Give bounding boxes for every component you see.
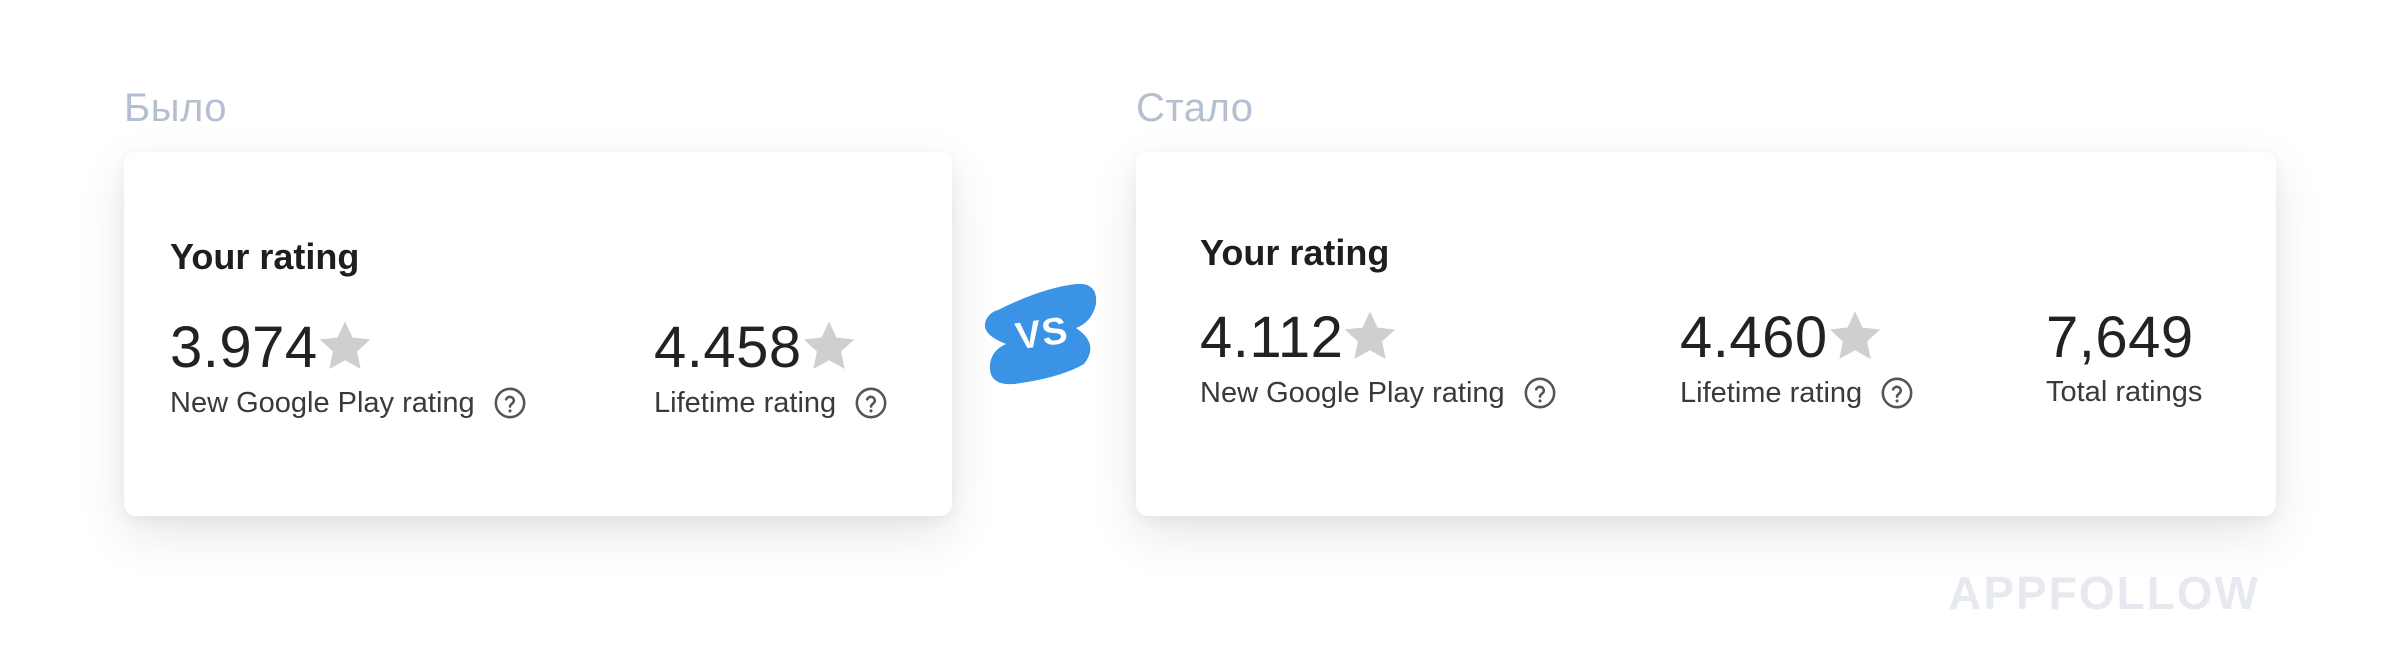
before-rating-card: Your rating 3.974 New Google Play rating… <box>124 152 952 516</box>
after-section-label: Стало <box>1136 86 1254 130</box>
after-new-rating-value: 4.112 <box>1200 305 1344 370</box>
after-total-ratings-label: Total ratings <box>2046 376 2203 408</box>
before-new-rating-metric: 3.974 New Google Play rating <box>170 312 527 420</box>
help-icon[interactable] <box>854 386 888 420</box>
after-lifetime-rating-metric: 4.460 Lifetime rating <box>1680 302 1914 410</box>
star-icon <box>1341 307 1399 365</box>
star-icon <box>800 317 858 375</box>
after-lifetime-rating-value: 4.460 <box>1680 305 1828 370</box>
after-new-rating-label: New Google Play rating <box>1200 376 1505 409</box>
help-icon[interactable] <box>1880 376 1914 410</box>
after-lifetime-rating-label: Lifetime rating <box>1680 376 1863 409</box>
before-new-rating-label: New Google Play rating <box>170 386 475 419</box>
help-icon[interactable] <box>493 386 527 420</box>
before-new-rating-value: 3.974 <box>170 315 318 380</box>
comparison-stage: Было Your rating 3.974 New Google Play r… <box>0 0 2400 670</box>
after-new-rating-metric: 4.112 New Google Play rating <box>1200 302 1557 410</box>
after-total-ratings-value: 7,649 <box>2046 305 2194 370</box>
star-icon <box>1826 307 1884 365</box>
star-icon <box>316 317 374 375</box>
after-card-title: Your rating <box>1200 232 1390 273</box>
after-rating-card: Your rating 4.112 New Google Play rating… <box>1136 152 2276 516</box>
vs-badge: VS <box>980 278 1104 390</box>
before-section-label: Было <box>124 86 228 130</box>
after-total-ratings-metric: 7,649 Total ratings <box>2046 302 2202 409</box>
vs-text: VS <box>1012 309 1071 358</box>
appfollow-watermark: APPFOLLOW <box>1948 567 2260 619</box>
before-lifetime-rating-metric: 4.458 Lifetime rating <box>654 312 888 420</box>
before-lifetime-rating-label: Lifetime rating <box>654 386 837 419</box>
before-lifetime-rating-value: 4.458 <box>654 315 802 380</box>
before-card-title: Your rating <box>170 236 360 277</box>
help-icon[interactable] <box>1523 376 1557 410</box>
